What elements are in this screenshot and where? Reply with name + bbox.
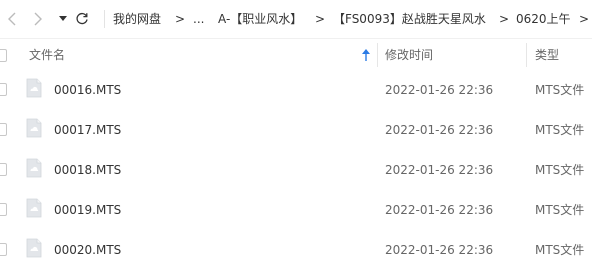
video-file-icon bbox=[26, 198, 42, 218]
video-file-icon bbox=[26, 158, 42, 178]
breadcrumb-folder-career-fengshui[interactable]: A-【职业风水】 bbox=[218, 11, 302, 27]
file-modified-time: 2022-01-26 22:36 bbox=[385, 163, 494, 177]
column-header-name[interactable]: 文件名 bbox=[29, 48, 65, 62]
breadcrumb-separator: > bbox=[499, 12, 510, 26]
row-checkbox[interactable] bbox=[0, 163, 7, 176]
column-divider[interactable] bbox=[526, 43, 527, 67]
file-name[interactable]: 00019.MTS bbox=[54, 203, 121, 217]
file-name[interactable]: 00020.MTS bbox=[54, 243, 121, 257]
toolbar-divider bbox=[104, 10, 105, 28]
file-row[interactable]: 00017.MTS 2022-01-26 22:36 MTS文件 bbox=[0, 110, 592, 150]
file-name[interactable]: 00017.MTS bbox=[54, 123, 121, 137]
file-list-header: 文件名 修改时间 类型 bbox=[0, 38, 592, 70]
file-name[interactable]: 00018.MTS bbox=[54, 163, 121, 177]
breadcrumb-separator: > bbox=[175, 12, 186, 26]
select-all-checkbox[interactable] bbox=[0, 49, 7, 62]
file-type: MTS文件 bbox=[535, 203, 585, 217]
refresh-icon[interactable] bbox=[72, 9, 92, 29]
file-modified-time: 2022-01-26 22:36 bbox=[385, 83, 494, 97]
file-modified-time: 2022-01-26 22:36 bbox=[385, 243, 494, 257]
row-checkbox[interactable] bbox=[0, 243, 7, 256]
breadcrumb-folder-0620-morning[interactable]: 0620上午 bbox=[516, 11, 571, 27]
file-name[interactable]: 00016.MTS bbox=[54, 83, 121, 97]
sort-up-arrow-icon[interactable] bbox=[361, 48, 371, 62]
file-row[interactable]: 00018.MTS 2022-01-26 22:36 MTS文件 bbox=[0, 150, 592, 190]
breadcrumb-separator: > bbox=[579, 12, 590, 26]
column-divider[interactable] bbox=[377, 43, 378, 67]
file-row[interactable]: 00019.MTS 2022-01-26 22:36 MTS文件 bbox=[0, 190, 592, 230]
file-type: MTS文件 bbox=[535, 243, 585, 257]
file-row[interactable]: 00020.MTS 2022-01-26 22:36 MTS文件 bbox=[0, 230, 592, 270]
breadcrumb-separator: > bbox=[315, 12, 326, 26]
video-file-icon bbox=[26, 238, 42, 258]
file-type: MTS文件 bbox=[535, 83, 585, 97]
video-file-icon bbox=[26, 78, 42, 98]
file-modified-time: 2022-01-26 22:36 bbox=[385, 123, 494, 137]
row-checkbox[interactable] bbox=[0, 203, 7, 216]
file-modified-time: 2022-01-26 22:36 bbox=[385, 203, 494, 217]
forward-arrow-icon[interactable] bbox=[28, 9, 48, 29]
breadcrumb-my-drive[interactable]: 我的网盘 bbox=[113, 11, 161, 27]
breadcrumb-folder-fs0093[interactable]: 【FS0093】赵战胜天星风水 bbox=[333, 11, 486, 27]
row-checkbox[interactable] bbox=[0, 123, 7, 136]
column-header-type[interactable]: 类型 bbox=[535, 48, 559, 62]
file-type: MTS文件 bbox=[535, 163, 585, 177]
file-row[interactable]: 00016.MTS 2022-01-26 22:36 MTS文件 bbox=[0, 70, 592, 110]
column-header-modified[interactable]: 修改时间 bbox=[385, 48, 433, 62]
toolbar: 我的网盘 > ... A-【职业风水】 > 【FS0093】赵战胜天星风水 > … bbox=[0, 0, 592, 38]
video-file-icon bbox=[26, 118, 42, 138]
row-checkbox[interactable] bbox=[0, 83, 7, 96]
back-arrow-icon[interactable] bbox=[2, 9, 22, 29]
breadcrumb-ellipsis[interactable]: ... bbox=[193, 11, 204, 27]
file-type: MTS文件 bbox=[535, 123, 585, 137]
history-dropdown-caret-icon[interactable] bbox=[53, 9, 73, 29]
